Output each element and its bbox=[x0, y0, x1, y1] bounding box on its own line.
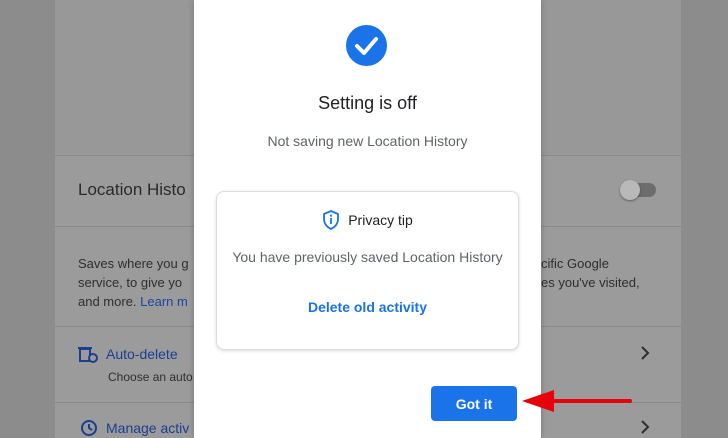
description-line: service, to give yo bbox=[78, 275, 183, 290]
privacy-tip-title: Privacy tip bbox=[348, 212, 413, 228]
check-mark bbox=[355, 37, 378, 55]
toggle-knob bbox=[620, 180, 640, 200]
location-history-toggle[interactable] bbox=[620, 180, 656, 200]
delete-old-activity-link[interactable]: Delete old activity bbox=[217, 299, 518, 315]
description-text: and more. bbox=[78, 294, 141, 309]
description-line: and more. Learn m bbox=[78, 292, 194, 311]
auto-delete-sub: Choose an auto bbox=[108, 370, 193, 384]
privacy-tip-heading: Privacy tip bbox=[217, 210, 518, 230]
chevron-right-icon[interactable] bbox=[638, 346, 652, 360]
description-line: Saves where you g bbox=[78, 256, 189, 271]
auto-delete-icon bbox=[78, 347, 98, 363]
dialog-title: Setting is off bbox=[318, 93, 417, 113]
check-icon bbox=[346, 25, 387, 66]
setting-off-dialog: Setting is off Not saving new Location H… bbox=[194, 0, 541, 438]
auto-delete-label: Auto-delete bbox=[106, 346, 178, 362]
description-line: es you've visited, bbox=[541, 275, 640, 290]
chevron-right-icon[interactable] bbox=[638, 420, 652, 434]
manage-activity-item[interactable]: Manage activ bbox=[78, 419, 194, 437]
auto-delete-item[interactable]: Auto-delete bbox=[78, 345, 194, 363]
location-history-description: Saves where you g service, to give yo an… bbox=[78, 254, 194, 311]
shield-icon bbox=[323, 210, 340, 230]
manage-activity-label: Manage activ bbox=[106, 420, 190, 436]
learn-more-link[interactable]: Learn m bbox=[140, 294, 188, 309]
privacy-tip-text: You have previously saved Location Histo… bbox=[232, 249, 503, 265]
privacy-tip-card: Privacy tip You have previously saved Lo… bbox=[216, 191, 519, 350]
got-it-button[interactable]: Got it bbox=[431, 386, 517, 421]
location-history-label: Location Histo bbox=[78, 180, 186, 199]
location-history-description-right: cific Google es you've visited, bbox=[541, 254, 640, 292]
dialog-subtitle: Not saving new Location History bbox=[267, 133, 468, 149]
history-icon bbox=[81, 420, 97, 436]
description-line: cific Google bbox=[541, 256, 609, 271]
arrow-annotation bbox=[522, 390, 632, 412]
